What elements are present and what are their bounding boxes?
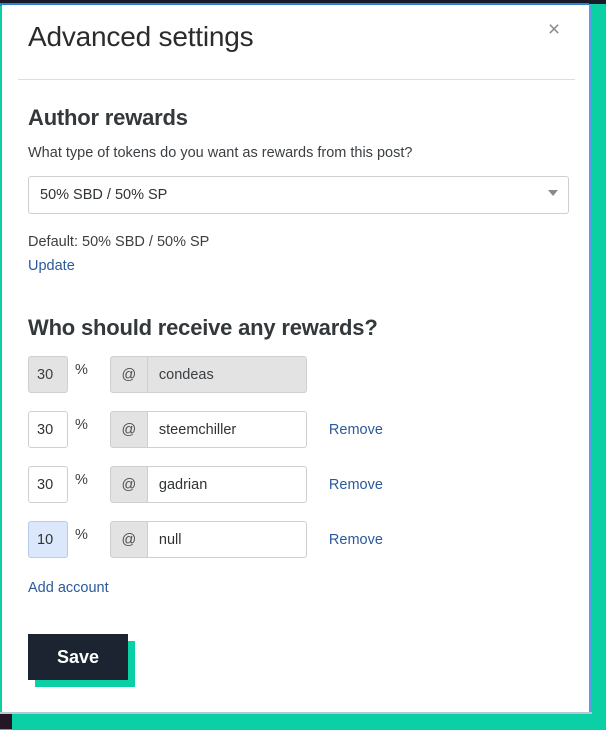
bottom-left-corner-chip (0, 714, 12, 729)
account-name-input[interactable] (147, 466, 307, 503)
account-name-input[interactable] (147, 521, 307, 558)
beneficiary-row: %@ (28, 356, 563, 393)
percent-input[interactable] (28, 521, 68, 558)
bottom-accent-bar (0, 714, 606, 730)
app-backdrop: Advanced settings × Author rewards What … (0, 0, 606, 730)
beneficiaries-heading: Who should receive any rewards? (28, 315, 378, 340)
remove-beneficiary-link[interactable]: Remove (329, 422, 383, 438)
at-sign-icon: @ (109, 356, 148, 393)
close-icon[interactable]: × (541, 17, 567, 43)
beneficiary-rows: %@%@Remove%@Remove%@Remove (28, 356, 563, 558)
default-reward-text: Default: 50% SBD / 50% SP (28, 234, 210, 250)
update-link[interactable]: Update (28, 258, 75, 274)
beneficiary-row: % @ Remove (28, 521, 563, 558)
reward-type-select[interactable]: 50% SBD / 50% SP (28, 176, 569, 214)
save-button-wrapper: Save (28, 634, 135, 687)
beneficiary-row: % @ Remove (28, 411, 563, 448)
percent-input (28, 356, 68, 393)
beneficiary-row: % @ Remove (28, 466, 563, 503)
account-name-input (147, 356, 307, 393)
percent-sign-label: % (75, 527, 88, 543)
account-input-group: @ (109, 521, 307, 558)
remove-beneficiary-link[interactable]: Remove (329, 532, 383, 548)
percent-sign-label: % (75, 417, 88, 433)
author-rewards-question: What type of tokens do you want as rewar… (28, 145, 413, 161)
at-sign-icon: @ (109, 466, 148, 503)
at-sign-icon: @ (109, 521, 148, 558)
percent-input[interactable] (28, 411, 68, 448)
percent-sign-label: % (75, 472, 88, 488)
account-input-group: @ (109, 411, 307, 448)
advanced-settings-modal: Advanced settings × Author rewards What … (2, 5, 591, 714)
modal-header: Advanced settings × (2, 5, 589, 80)
account-input-group: @ (109, 356, 307, 393)
remove-beneficiary-link[interactable]: Remove (329, 477, 383, 493)
page-title: Advanced settings (28, 21, 254, 52)
at-sign-icon: @ (109, 411, 148, 448)
add-account-link[interactable]: Add account (28, 580, 109, 596)
save-button[interactable]: Save (28, 634, 128, 680)
modal-body: Author rewards What type of tokens do yo… (2, 80, 589, 687)
account-input-group: @ (109, 466, 307, 503)
reward-type-select-wrapper: 50% SBD / 50% SP (28, 176, 569, 214)
percent-input[interactable] (28, 466, 68, 503)
author-rewards-heading: Author rewards (28, 105, 188, 130)
percent-sign-label: % (75, 362, 88, 378)
account-name-input[interactable] (147, 411, 307, 448)
